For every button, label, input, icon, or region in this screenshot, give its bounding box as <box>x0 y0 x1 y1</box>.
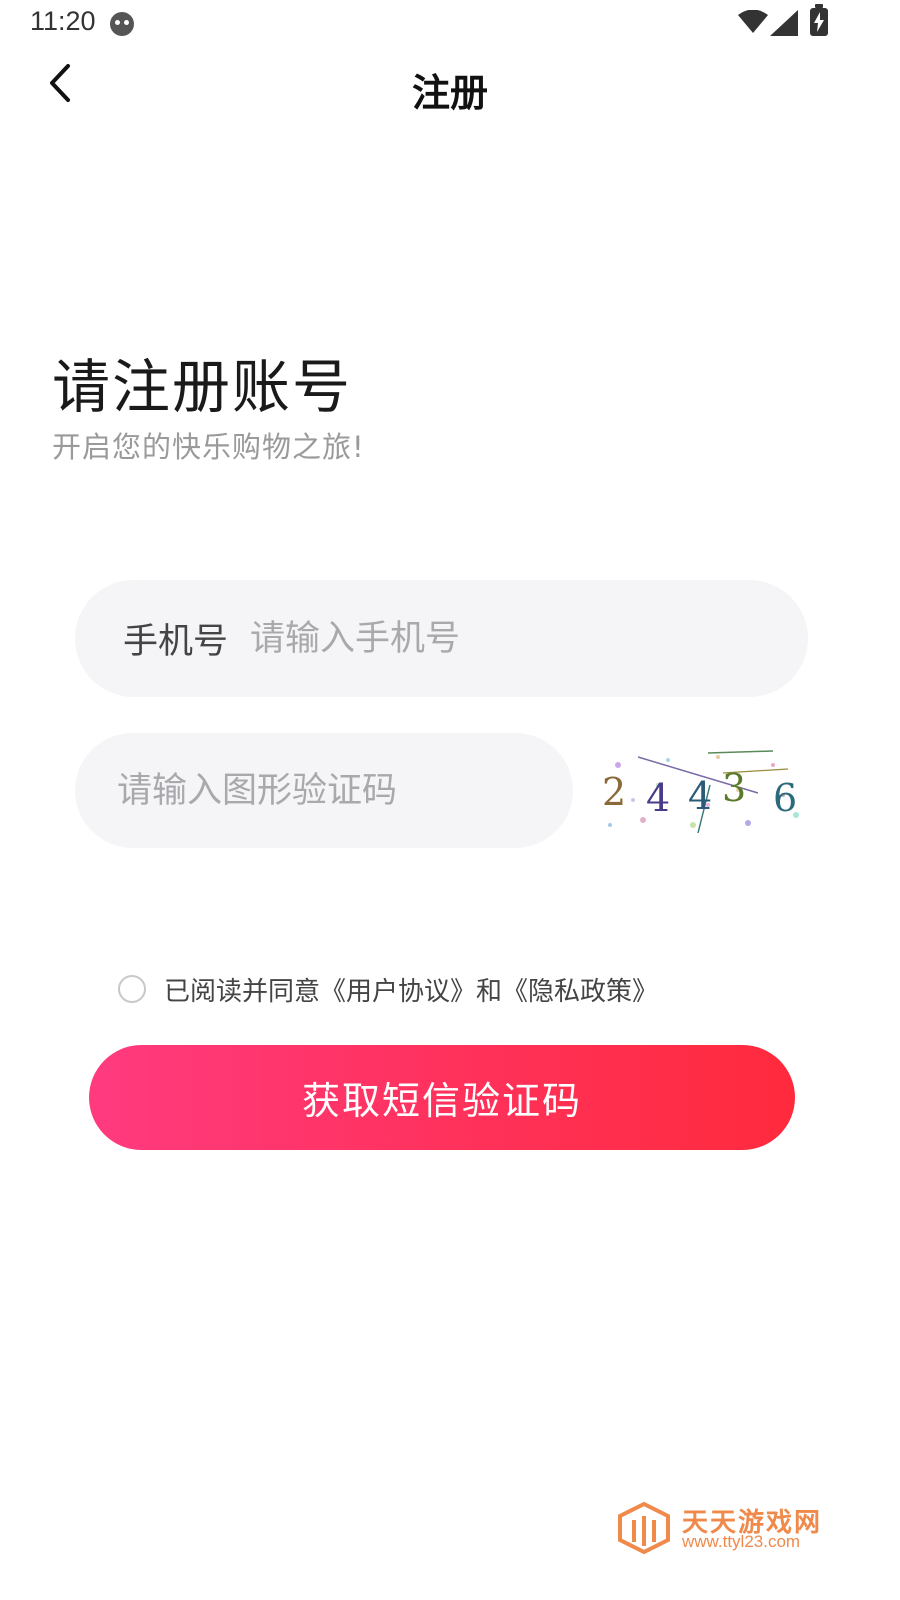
status-bar: 11:20 <box>0 0 900 46</box>
captcha-digit-2: 4 <box>646 776 670 820</box>
wifi-icon <box>738 10 768 33</box>
phone-input[interactable] <box>250 608 808 669</box>
agreement-checkbox[interactable] <box>118 975 146 1003</box>
captcha-digit-1: 2 <box>602 770 626 814</box>
register-subheading: 开启您的快乐购物之旅! <box>52 430 365 464</box>
charging-bolt-icon <box>814 12 824 32</box>
battery-icon <box>810 4 828 36</box>
signal-icon <box>770 10 798 36</box>
nav-bar: 注册 <box>0 46 900 122</box>
captcha-digit-4: 3 <box>722 766 746 810</box>
register-heading: 请注册账号 <box>52 353 353 421</box>
captcha-digit-5: 6 <box>773 776 797 820</box>
agreement-row: 已阅读并同意《用户协议》和《隐私政策》 <box>118 968 658 1010</box>
page-title: 注册 <box>411 71 488 115</box>
watermark-logo-icon <box>618 1501 670 1555</box>
watermark-url: www.ttyl23.com <box>682 1532 801 1551</box>
captcha-field <box>75 733 573 848</box>
captcha-input[interactable] <box>117 760 573 821</box>
captcha-digit-3: 4 <box>688 774 712 818</box>
phone-field: 手机号 <box>75 580 808 697</box>
watermark: 天天游戏网 www.ttyl23.com <box>616 1500 836 1560</box>
phone-label: 手机号 <box>123 622 229 662</box>
notification-face-icon <box>110 12 134 36</box>
captcha-digits: 2 4 4 3 6 <box>602 766 797 820</box>
status-time: 11:20 <box>30 6 96 36</box>
get-sms-code-button[interactable]: 获取短信验证码 <box>89 1045 795 1150</box>
agreement-text[interactable]: 已阅读并同意《用户协议》和《隐私政策》 <box>164 971 658 1008</box>
captcha-image[interactable]: 2 4 4 3 6 <box>598 745 808 840</box>
